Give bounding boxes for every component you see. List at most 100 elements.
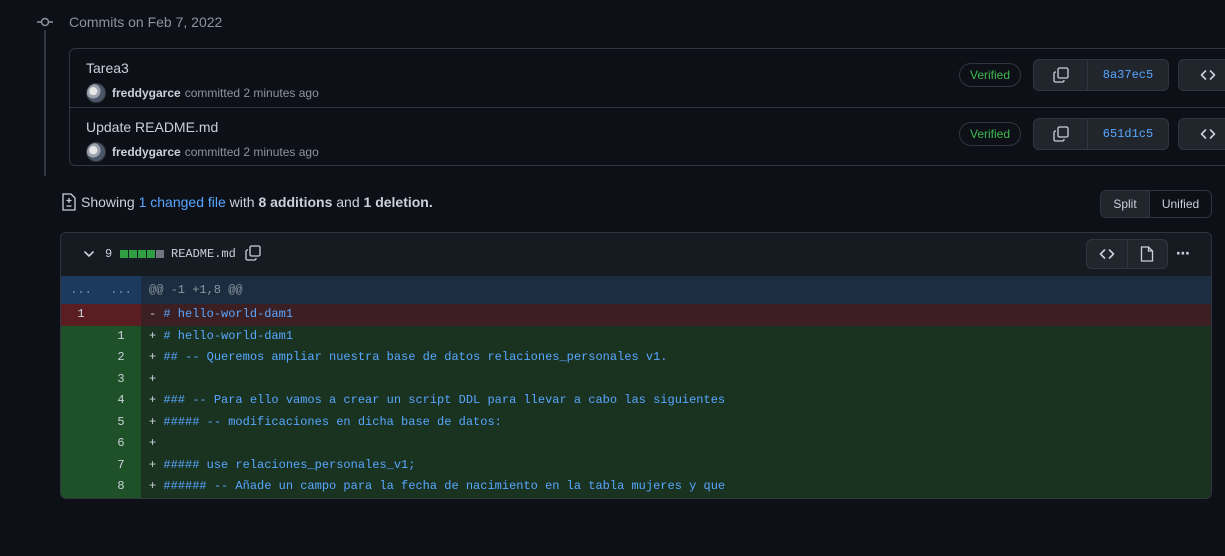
hunk-header: @@ -1 +1,8 @@ (149, 283, 243, 297)
code-line: + ### -- Para ello vamos a crear un scri… (141, 390, 1211, 412)
code-text: ##### use relaciones_personales_v1; (163, 457, 416, 472)
commit-meta: freddygarce committed 2 minutes ago (86, 83, 319, 103)
new-line-number[interactable] (101, 304, 141, 326)
diff-summary: Showing 1 changed file with 8 additions … (61, 193, 433, 211)
commit-list: Tarea3 freddygarce committed 2 minutes a… (69, 48, 1225, 166)
browse-repo-button[interactable] (1178, 59, 1225, 91)
diffstat-block (129, 250, 137, 258)
old-line-number[interactable] (61, 325, 101, 347)
verified-badge[interactable]: Verified (959, 122, 1022, 146)
old-line-number[interactable] (61, 411, 101, 433)
rich-diff-button[interactable] (1128, 240, 1168, 268)
new-line-number[interactable]: 4 (101, 390, 141, 412)
expand-hunk-new[interactable]: ... (101, 276, 141, 304)
chevron-down-icon[interactable] (83, 248, 95, 260)
diff-line: 6 + (61, 433, 1211, 455)
diff-table: ... ... @@ -1 +1,8 @@ 1- # hello-world-d… (61, 276, 1211, 498)
copy-sha-button[interactable] (1034, 60, 1088, 90)
expand-hunk-old[interactable]: ... (61, 276, 101, 304)
diff-view-toggle: Split Unified (1100, 190, 1212, 218)
diffstat (120, 250, 165, 258)
old-line-number[interactable] (61, 454, 101, 476)
unified-view-button[interactable]: Unified (1150, 191, 1211, 217)
diff-marker: + (149, 436, 157, 450)
diff-line: 1 - # hello-world-dam1 (61, 304, 1211, 326)
old-line-number[interactable]: 1 (61, 304, 101, 326)
diffstat-block (120, 250, 128, 258)
copy-icon[interactable] (245, 245, 261, 261)
old-line-number[interactable] (61, 433, 101, 455)
diff-marker: - (149, 307, 157, 321)
file-header: 9 README.md ⋯ (61, 233, 1211, 277)
summary-with: with (229, 194, 255, 210)
commit-row: Tarea3 freddygarce committed 2 minutes a… (70, 49, 1225, 108)
old-line-number[interactable] (61, 347, 101, 369)
new-line-number[interactable]: 1 (101, 325, 141, 347)
summary-and: and (336, 194, 360, 210)
old-line-number[interactable] (61, 476, 101, 498)
file-change-count: 9 (105, 247, 113, 261)
commit-sha-link[interactable]: 8a37ec5 (1088, 60, 1168, 90)
diff-marker: + (149, 479, 157, 493)
split-view-button[interactable]: Split (1101, 191, 1150, 217)
source-diff-button[interactable] (1087, 240, 1128, 268)
commit-author-link[interactable]: freddygarce (112, 145, 181, 159)
sha-button-group: 8a37ec5 (1033, 59, 1169, 91)
code-line: + ##### use relaciones_personales_v1; (141, 454, 1211, 476)
avatar[interactable] (86, 83, 106, 103)
additions-count: 8 additions (258, 194, 333, 210)
summary-showing: Showing (81, 194, 135, 210)
commit-title-link[interactable]: Tarea3 (86, 60, 129, 76)
diffstat-block (156, 250, 164, 258)
code-icon (1200, 129, 1216, 139)
code-line: + ###### -- Añade un campo para la fecha… (141, 476, 1211, 498)
code-line: + # hello-world-dam1 (141, 325, 1211, 347)
copy-icon (1052, 67, 1069, 83)
more-options-icon[interactable]: ⋯ (1176, 245, 1191, 262)
commit-time: committed 2 minutes ago (184, 145, 319, 159)
diffstat-block (147, 250, 155, 258)
file-diff: 9 README.md ⋯ ... ... @@ -1 +1,8 @@ 1- #… (60, 232, 1212, 499)
file-view-buttons (1086, 239, 1168, 269)
diff-marker: + (149, 371, 157, 386)
old-line-number[interactable] (61, 390, 101, 412)
new-line-number[interactable]: 6 (101, 433, 141, 455)
hunk-header-row: ... ... @@ -1 +1,8 @@ (61, 276, 1211, 304)
changed-files-link[interactable]: 1 changed file (139, 194, 226, 210)
diff-line: 4 + ### -- Para ello vamos a crear un scr… (61, 390, 1211, 412)
commit-time: committed 2 minutes ago (184, 86, 319, 100)
code-text: ### -- Para ello vamos a crear un script… (163, 393, 726, 407)
file-diff-icon (62, 193, 76, 211)
copy-icon (1052, 126, 1069, 142)
code-line: + ## -- Queremos ampliar nuestra base de… (141, 347, 1211, 369)
commit-sha-link[interactable]: 651d1c5 (1088, 119, 1168, 149)
commit-row: Update README.md freddygarce committed 2… (70, 108, 1225, 166)
timeline-line (44, 30, 46, 176)
new-line-number[interactable]: 7 (101, 454, 141, 476)
file-icon (1141, 246, 1154, 262)
new-line-number[interactable]: 3 (101, 368, 141, 390)
new-line-number[interactable]: 2 (101, 347, 141, 369)
browse-repo-button[interactable] (1178, 118, 1225, 150)
commit-author-link[interactable]: freddygarce (112, 86, 181, 100)
new-line-number[interactable]: 8 (101, 476, 141, 498)
copy-sha-button[interactable] (1034, 119, 1088, 149)
new-line-number[interactable]: 5 (101, 411, 141, 433)
code-line: - # hello-world-dam1 (141, 304, 1211, 326)
old-line-number[interactable] (61, 368, 101, 390)
diff-marker: + (149, 414, 157, 429)
diffstat-block (138, 250, 146, 258)
git-commit-icon (37, 17, 53, 27)
commit-title-link[interactable]: Update README.md (86, 119, 218, 135)
deletions-count: 1 deletion (363, 194, 429, 210)
code-line: + ##### -- modificaciones en dicha base … (141, 411, 1211, 433)
file-name-link[interactable]: README.md (171, 247, 236, 261)
diff-marker: + (149, 328, 157, 343)
diff-line: 8 + ###### -- Añade un campo para la fech… (61, 476, 1211, 498)
verified-badge[interactable]: Verified (959, 63, 1022, 87)
code-text: ##### -- modificaciones en dicha base de… (163, 414, 502, 429)
avatar[interactable] (86, 142, 106, 162)
diff-line: 7 + ##### use relaciones_personales_v1; (61, 454, 1211, 476)
code-text: ## -- Queremos ampliar nuestra base de d… (163, 350, 668, 364)
summary-period: . (428, 194, 433, 210)
